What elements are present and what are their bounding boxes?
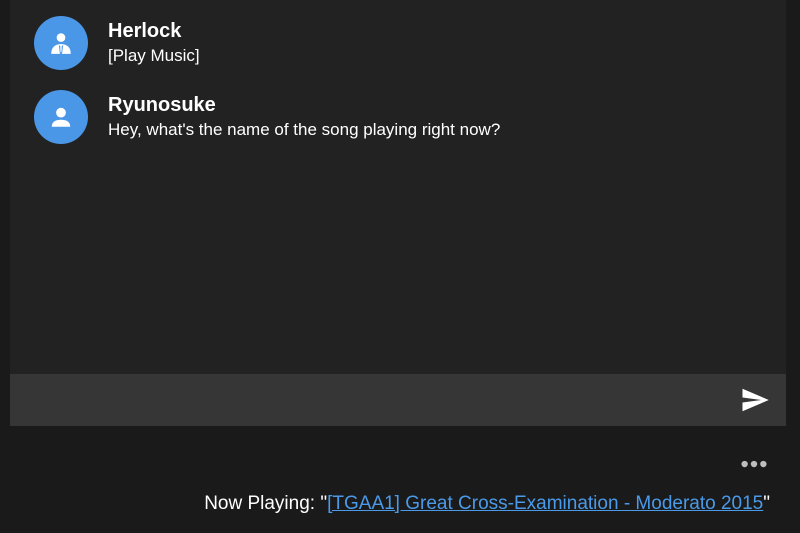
- quote-close: ": [763, 493, 770, 514]
- message-item: Herlock [Play Music]: [34, 16, 200, 70]
- message-item: Ryunosuke Hey, what's the name of the so…: [34, 90, 500, 144]
- message-input[interactable]: [10, 374, 710, 426]
- track-link[interactable]: [TGAA1] Great Cross-Examination - Modera…: [327, 493, 763, 514]
- message-author: Ryunosuke: [108, 94, 216, 116]
- message-composer: [10, 374, 786, 426]
- send-icon: [742, 388, 769, 412]
- now-playing: Now Playing: "[TGAA1] Great Cross-Examin…: [204, 491, 770, 517]
- message-text: Hey, what's the name of the song playing…: [108, 120, 501, 139]
- detective-user-icon: [51, 33, 71, 54]
- more-options-button[interactable]: [738, 454, 770, 474]
- user-icon: [51, 107, 71, 127]
- avatar: [34, 90, 88, 144]
- message-body: Ryunosuke Hey, what's the name of the so…: [108, 90, 500, 142]
- avatar: [34, 16, 88, 70]
- now-playing-label: Now Playing:: [204, 493, 321, 514]
- send-button[interactable]: [738, 385, 772, 415]
- message-body: Herlock [Play Music]: [108, 16, 200, 68]
- chat-app: Herlock [Play Music] Ryunosuke Hey, what…: [0, 0, 800, 533]
- more-horizontal-icon: [741, 460, 767, 468]
- message-author: Herlock: [108, 20, 182, 42]
- message-list: Herlock [Play Music] Ryunosuke Hey, what…: [10, 0, 786, 374]
- message-text: [Play Music]: [108, 46, 200, 65]
